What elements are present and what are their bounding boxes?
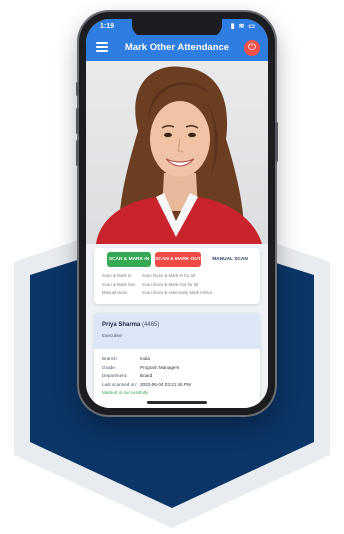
legend-row: Scan & Mark In Scan faces & Mark-In for a… bbox=[102, 272, 212, 281]
detail-value: India bbox=[140, 356, 150, 361]
captured-photo bbox=[86, 61, 268, 244]
scan-options-card: SCAN & MARK IN SCAN & MARK OUT MANUAL SC… bbox=[94, 248, 260, 304]
detail-row: Department: Board bbox=[102, 372, 191, 381]
legend-desc: Scan faces & Mark-Out for all bbox=[142, 281, 199, 287]
side-button-volume-up bbox=[76, 108, 79, 134]
employee-designation: Executive bbox=[102, 333, 122, 338]
detail-value: Program Managers bbox=[140, 364, 180, 370]
side-button-power bbox=[275, 122, 278, 162]
status-message: Marked in successfully bbox=[102, 390, 149, 396]
person-photo bbox=[96, 66, 262, 244]
legend-name: Manual Scan bbox=[102, 290, 128, 295]
side-button-volume-down bbox=[76, 140, 79, 166]
detail-label: Branch: bbox=[102, 356, 118, 361]
employee-name: Priya Sharma bbox=[102, 322, 141, 328]
detail-row: Last scanned on: 2022-06-04 03:21:46 PM bbox=[102, 381, 191, 390]
home-indicator[interactable] bbox=[147, 401, 207, 404]
manual-scan-button[interactable]: MANUAL SCAN bbox=[206, 252, 254, 267]
status-time: 1:19 bbox=[100, 23, 115, 30]
detail-row: Branch: India bbox=[102, 355, 191, 364]
employee-id: (4465) bbox=[142, 322, 160, 328]
detail-value: 2022-06-04 03:21:46 PM bbox=[140, 381, 191, 387]
phone-frame: 1:19 ▮ ≋ ▭ Mark Other Attendance ⏻ SCAN … bbox=[76, 12, 278, 415]
detail-label: Last scanned on: bbox=[102, 381, 137, 387]
scan-mark-out-button[interactable]: SCAN & MARK OUT bbox=[155, 252, 201, 267]
legend-row: Manual Scan Scan faces & selectively Mark… bbox=[102, 289, 212, 298]
app-bar: Mark Other Attendance ⏻ bbox=[86, 35, 268, 61]
employee-card: Priya Sharma (4465) Executive Branch: Ind… bbox=[94, 313, 260, 408]
side-button-mute bbox=[76, 82, 79, 96]
employee-name-line: Priya Sharma (4465) bbox=[102, 322, 159, 328]
scan-legend: Scan & Mark In Scan faces & Mark-In for a… bbox=[102, 272, 212, 298]
detail-value: Board bbox=[140, 373, 153, 379]
detail-label: Department: bbox=[102, 373, 128, 379]
page-title: Mark Other Attendance bbox=[124, 42, 230, 53]
legend-row: Scan & Mark Out Scan faces & Mark-Out for… bbox=[102, 281, 212, 290]
detail-label: Grade: bbox=[102, 364, 117, 370]
detail-row: Grade: Program Managers bbox=[102, 364, 191, 373]
legend-name: Scan & Mark Out bbox=[102, 281, 135, 287]
phone-screen: 1:19 ▮ ≋ ▭ Mark Other Attendance ⏻ SCAN … bbox=[86, 19, 268, 408]
legend-desc: Scan faces & selectively Mark In/Out bbox=[142, 290, 212, 295]
scan-mark-in-button[interactable]: SCAN & MARK IN bbox=[107, 252, 151, 267]
status-icons: ▮ ≋ ▭ bbox=[230, 23, 256, 30]
status-bar: 1:19 ▮ ≋ ▭ bbox=[86, 19, 268, 37]
employee-details: Branch: India Grade: Program Managers Depa… bbox=[102, 355, 191, 398]
legend-name: Scan & Mark In bbox=[102, 273, 132, 278]
legend-desc: Scan faces & Mark-In for all bbox=[142, 273, 195, 278]
power-icon[interactable]: ⏻ bbox=[244, 40, 260, 56]
employee-header: Priya Sharma (4465) Executive bbox=[94, 313, 260, 349]
